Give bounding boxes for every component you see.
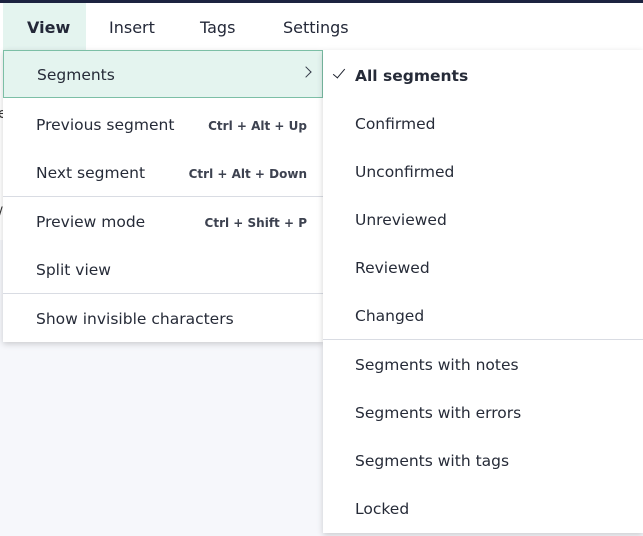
submenu-item-label: All segments (355, 67, 469, 85)
menubar-tab-label: View (27, 18, 71, 37)
menu-item-segments[interactable]: Segments (3, 50, 323, 98)
menu-item-previous-segment[interactable]: Previous segment Ctrl + Alt + Up (3, 101, 323, 149)
submenu-item-label: Segments with errors (355, 404, 522, 422)
menubar: View Insert Tags Settings (0, 3, 643, 50)
submenu-item-unconfirmed[interactable]: Unconfirmed (323, 146, 643, 194)
submenu-item-all-segments[interactable]: All segments (323, 50, 643, 98)
menu-divider (3, 196, 323, 197)
view-menu: Segments Previous segment Ctrl + Alt + U… (3, 50, 323, 342)
menubar-tab-insert[interactable]: Insert (86, 3, 172, 50)
submenu-item-label: Segments with tags (355, 452, 510, 470)
submenu-item-label: Segments with notes (355, 356, 519, 374)
menu-item-label: Split view (36, 261, 111, 279)
menu-item-label: Next segment (36, 164, 146, 182)
menu-item-label: Preview mode (36, 213, 146, 231)
menu-item-shortcut: Ctrl + Alt + Up (208, 119, 307, 133)
menu-item-shortcut: Ctrl + Alt + Down (188, 167, 307, 181)
menu-item-label: Previous segment (36, 116, 175, 134)
menu-item-shortcut: Ctrl + Shift + P (204, 216, 307, 230)
submenu-item-segments-with-tags[interactable]: Segments with tags (323, 435, 643, 483)
submenu-item-label: Reviewed (355, 259, 430, 277)
check-icon (332, 65, 346, 79)
menu-divider (3, 293, 323, 294)
submenu-item-segments-with-notes[interactable]: Segments with notes (323, 339, 643, 387)
menu-item-next-segment[interactable]: Next segment Ctrl + Alt + Down (3, 149, 323, 197)
submenu-item-label: Locked (355, 500, 410, 518)
submenu-item-label: Unreviewed (355, 211, 447, 229)
submenu-item-label: Confirmed (355, 115, 436, 133)
menu-item-preview-mode[interactable]: Preview mode Ctrl + Shift + P (3, 198, 323, 246)
menubar-tab-tags[interactable]: Tags (172, 3, 258, 50)
menubar-tab-label: Tags (200, 18, 236, 37)
chevron-right-icon (300, 66, 312, 78)
submenu-item-confirmed[interactable]: Confirmed (323, 98, 643, 146)
submenu-item-label: Changed (355, 307, 425, 325)
submenu-item-reviewed[interactable]: Reviewed (323, 242, 643, 290)
menu-item-label: Show invisible characters (36, 310, 234, 328)
submenu-item-segments-with-errors[interactable]: Segments with errors (323, 387, 643, 435)
menubar-tab-settings[interactable]: Settings (258, 3, 368, 50)
submenu-item-label: Unconfirmed (355, 163, 455, 181)
segments-submenu: All segments Confirmed Unconfirmed Unrev… (323, 50, 643, 533)
menu-item-show-invisible-characters[interactable]: Show invisible characters (3, 295, 323, 343)
menubar-tab-view[interactable]: View (3, 3, 86, 50)
submenu-item-unreviewed[interactable]: Unreviewed (323, 194, 643, 242)
menubar-tab-label: Insert (109, 18, 155, 37)
menubar-tab-label: Settings (283, 18, 349, 37)
submenu-item-locked[interactable]: Locked (323, 483, 643, 531)
menu-item-split-view[interactable]: Split view (3, 246, 323, 294)
submenu-item-changed[interactable]: Changed (323, 290, 643, 338)
menu-item-label: Segments (37, 66, 115, 84)
